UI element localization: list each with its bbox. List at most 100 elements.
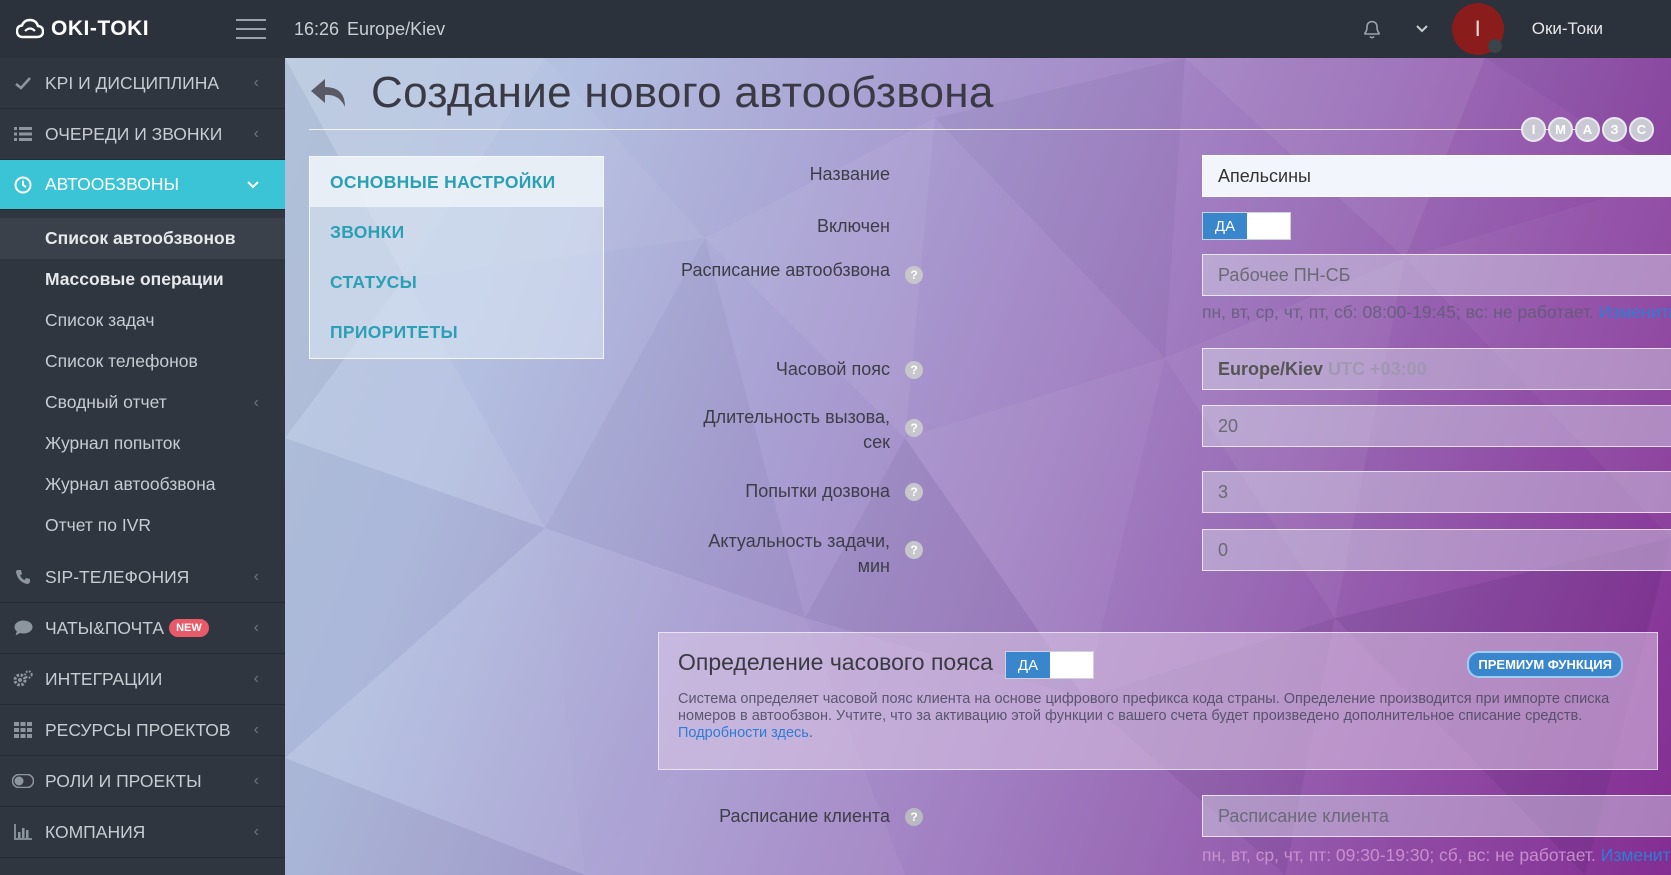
tab-priorities[interactable]: ПРИОРИТЕТЫ	[310, 307, 603, 357]
client-schedule-select[interactable]: Расписание клиента	[1202, 795, 1671, 837]
duration-label-line1: Длительность вызова,	[703, 407, 890, 427]
chevron-left-icon: ‹	[253, 125, 259, 142]
attempts-input[interactable]: 3	[1202, 471, 1671, 513]
sidebar-item-integrations[interactable]: ИНТЕГРАЦИИ ‹	[0, 654, 285, 705]
client-schedule-select-value: Расписание клиента	[1218, 805, 1389, 826]
timezone-detection-panel: Определение часового пояса ДА ПРЕМИУМ ФУ…	[658, 632, 1658, 770]
schedule-hint-text: пн, вт, ср, чт, пт, сб: 08:00-19:45; вс:…	[1202, 302, 1594, 322]
sidebar-item-chats[interactable]: ЧАТЫ&ПОЧТА NEW ‹	[0, 603, 285, 654]
timezone-offset: UTC +03:00	[1328, 358, 1427, 379]
sidebar: KPI И ДИСЦИПЛИНА ‹ ОЧЕРЕДИ И ЗВОНКИ ‹ АВ…	[0, 58, 285, 875]
schedule-select[interactable]: Рабочее ПН-СБ	[1202, 254, 1671, 296]
help-icon[interactable]: ?	[905, 266, 923, 284]
step-circle[interactable]: C	[1629, 117, 1654, 142]
chevron-left-icon: ‹	[253, 393, 259, 411]
enabled-label: Включен	[816, 216, 890, 236]
attempts-label: Попытки дозвона	[745, 481, 890, 501]
sidebar-item-autodialers[interactable]: АВТООБЗВОНЫ	[0, 160, 285, 210]
submenu-item-summary-report[interactable]: Сводный отчет ‹	[0, 382, 285, 423]
help-icon[interactable]: ?	[905, 808, 923, 826]
tab-statuses[interactable]: СТАТУСЫ	[310, 257, 603, 307]
back-arrow-icon[interactable]	[307, 71, 351, 115]
top-bar: OKI-TOKI 16:26 Europe/Kiev I Оки-Токи	[0, 0, 1671, 58]
details-link[interactable]: Подробности здесь	[678, 725, 809, 741]
submenu-item-mass-operations[interactable]: Массовые операции	[0, 259, 285, 300]
step-circle[interactable]: З	[1602, 117, 1627, 142]
schedule-change-link[interactable]: Изменить	[1599, 302, 1671, 322]
submenu-item-autodialer-list[interactable]: Список автообзвонов	[0, 218, 285, 259]
timezone-label: Часовой пояс	[775, 359, 890, 379]
step-circle[interactable]: I	[1521, 117, 1546, 142]
relevance-input[interactable]: 0	[1202, 529, 1671, 571]
step-circle[interactable]: A	[1575, 117, 1600, 142]
duration-input-value: 20	[1218, 415, 1239, 436]
timezone-select[interactable]: Europe/Kiev UTC +03:00	[1202, 348, 1671, 390]
page-header: Создание нового автообзвона	[307, 58, 994, 128]
sidebar-item-resources[interactable]: РЕСУРСЫ ПРОЕКТОВ ‹	[0, 705, 285, 756]
clock-icon	[12, 175, 34, 195]
status-dot	[1487, 39, 1502, 53]
main-content: Создание нового автообзвона I M A З C ОС…	[285, 58, 1671, 875]
client-schedule-hint: пн, вт, ср, чт, пт: 09:30-19:30; сб, вс:…	[1202, 845, 1671, 866]
help-icon[interactable]: ?	[905, 419, 923, 437]
step-circle[interactable]: M	[1548, 117, 1573, 142]
chevron-left-icon: ‹	[253, 568, 259, 585]
chevron-left-icon: ‹	[253, 823, 259, 840]
bell-icon[interactable]	[1352, 0, 1392, 58]
premium-badge: ПРЕМИУМ ФУНКЦИЯ	[1467, 651, 1623, 678]
sidebar-item-sip[interactable]: SIP-ТЕЛЕФОНИЯ ‹	[0, 552, 285, 603]
help-icon[interactable]: ?	[905, 361, 923, 379]
settings-tabs: ОСНОВНЫЕ НАСТРОЙКИ ЗВОНКИ СТАТУСЫ ПРИОРИ…	[309, 156, 604, 359]
clock: 16:26 Europe/Kiev	[294, 19, 445, 40]
gears-icon	[12, 669, 34, 689]
submenu-item-attempts-log[interactable]: Журнал попыток	[0, 423, 285, 464]
check-icon	[12, 73, 34, 93]
chevron-down-icon[interactable]	[1410, 0, 1434, 58]
panel-description-tail: .	[808, 725, 813, 741]
list-icon	[12, 124, 34, 144]
sidebar-item-label: РОЛИ И ПРОЕКТЫ	[45, 770, 202, 791]
name-input[interactable]: Апельсины	[1202, 155, 1671, 197]
schedule-select-value: Рабочее ПН-СБ	[1218, 264, 1351, 285]
help-icon[interactable]: ?	[905, 541, 923, 559]
panel-title: Определение часового пояса	[678, 649, 993, 675]
tab-main-settings[interactable]: ОСНОВНЫЕ НАСТРОЙКИ	[310, 157, 603, 207]
sidebar-item-queues[interactable]: ОЧЕРЕДИ И ЗВОНКИ ‹	[0, 109, 285, 160]
username[interactable]: Оки-Токи	[1532, 19, 1603, 39]
logo[interactable]: OKI-TOKI	[0, 0, 230, 58]
clock-time: 16:26	[294, 18, 340, 39]
sidebar-item-kpi[interactable]: KPI И ДИСЦИПЛИНА ‹	[0, 58, 285, 109]
clock-timezone: Europe/Kiev	[347, 18, 446, 39]
duration-input[interactable]: 20	[1202, 405, 1671, 447]
sidebar-item-label: КОМПАНИЯ	[45, 821, 146, 842]
duration-label-line2: сек	[863, 432, 890, 452]
submenu-item-ivr-report[interactable]: Отчет по IVR	[0, 505, 285, 546]
duration-label: Длительность вызова, сек	[703, 405, 890, 455]
relevance-label-line1: Актуальность задачи,	[708, 531, 890, 551]
timezone-detection-toggle[interactable]: ДА	[1005, 651, 1094, 679]
enabled-toggle[interactable]: ДА	[1202, 212, 1291, 240]
relevance-input-value: 0	[1218, 539, 1229, 560]
submenu-item-autodialer-log[interactable]: Журнал автообзвона	[0, 464, 285, 505]
help-icon[interactable]: ?	[905, 483, 923, 501]
relevance-label: Актуальность задачи, мин	[708, 529, 890, 579]
toggle-on-label: ДА	[1203, 213, 1247, 239]
submenu-item-phone-list[interactable]: Список телефонов	[0, 341, 285, 382]
client-schedule-change-link[interactable]: Изменить	[1601, 845, 1671, 865]
avatar[interactable]: I	[1451, 3, 1504, 55]
sidebar-item-label: ИНТЕГРАЦИИ	[45, 668, 163, 689]
sidebar-item-roles[interactable]: РОЛИ И ПРОЕКТЫ ‹	[0, 756, 285, 807]
tab-calls[interactable]: ЗВОНКИ	[310, 207, 603, 257]
menu-toggle-icon[interactable]	[236, 19, 266, 39]
sidebar-item-label: РЕСУРСЫ ПРОЕКТОВ	[45, 719, 231, 740]
chevron-left-icon: ‹	[253, 670, 259, 687]
chevron-left-icon: ‹	[253, 772, 259, 789]
toggle-on-label: ДА	[1006, 652, 1050, 678]
chevron-left-icon: ‹	[253, 74, 259, 91]
relevance-label-line2: мин	[857, 556, 890, 576]
chevron-left-icon: ‹	[253, 721, 259, 738]
sidebar-item-label: SIP-ТЕЛЕФОНИЯ	[45, 566, 190, 587]
submenu-item-task-list[interactable]: Список задач	[0, 300, 285, 341]
new-badge: NEW	[169, 619, 209, 637]
sidebar-item-company[interactable]: КОМПАНИЯ ‹	[0, 807, 285, 858]
